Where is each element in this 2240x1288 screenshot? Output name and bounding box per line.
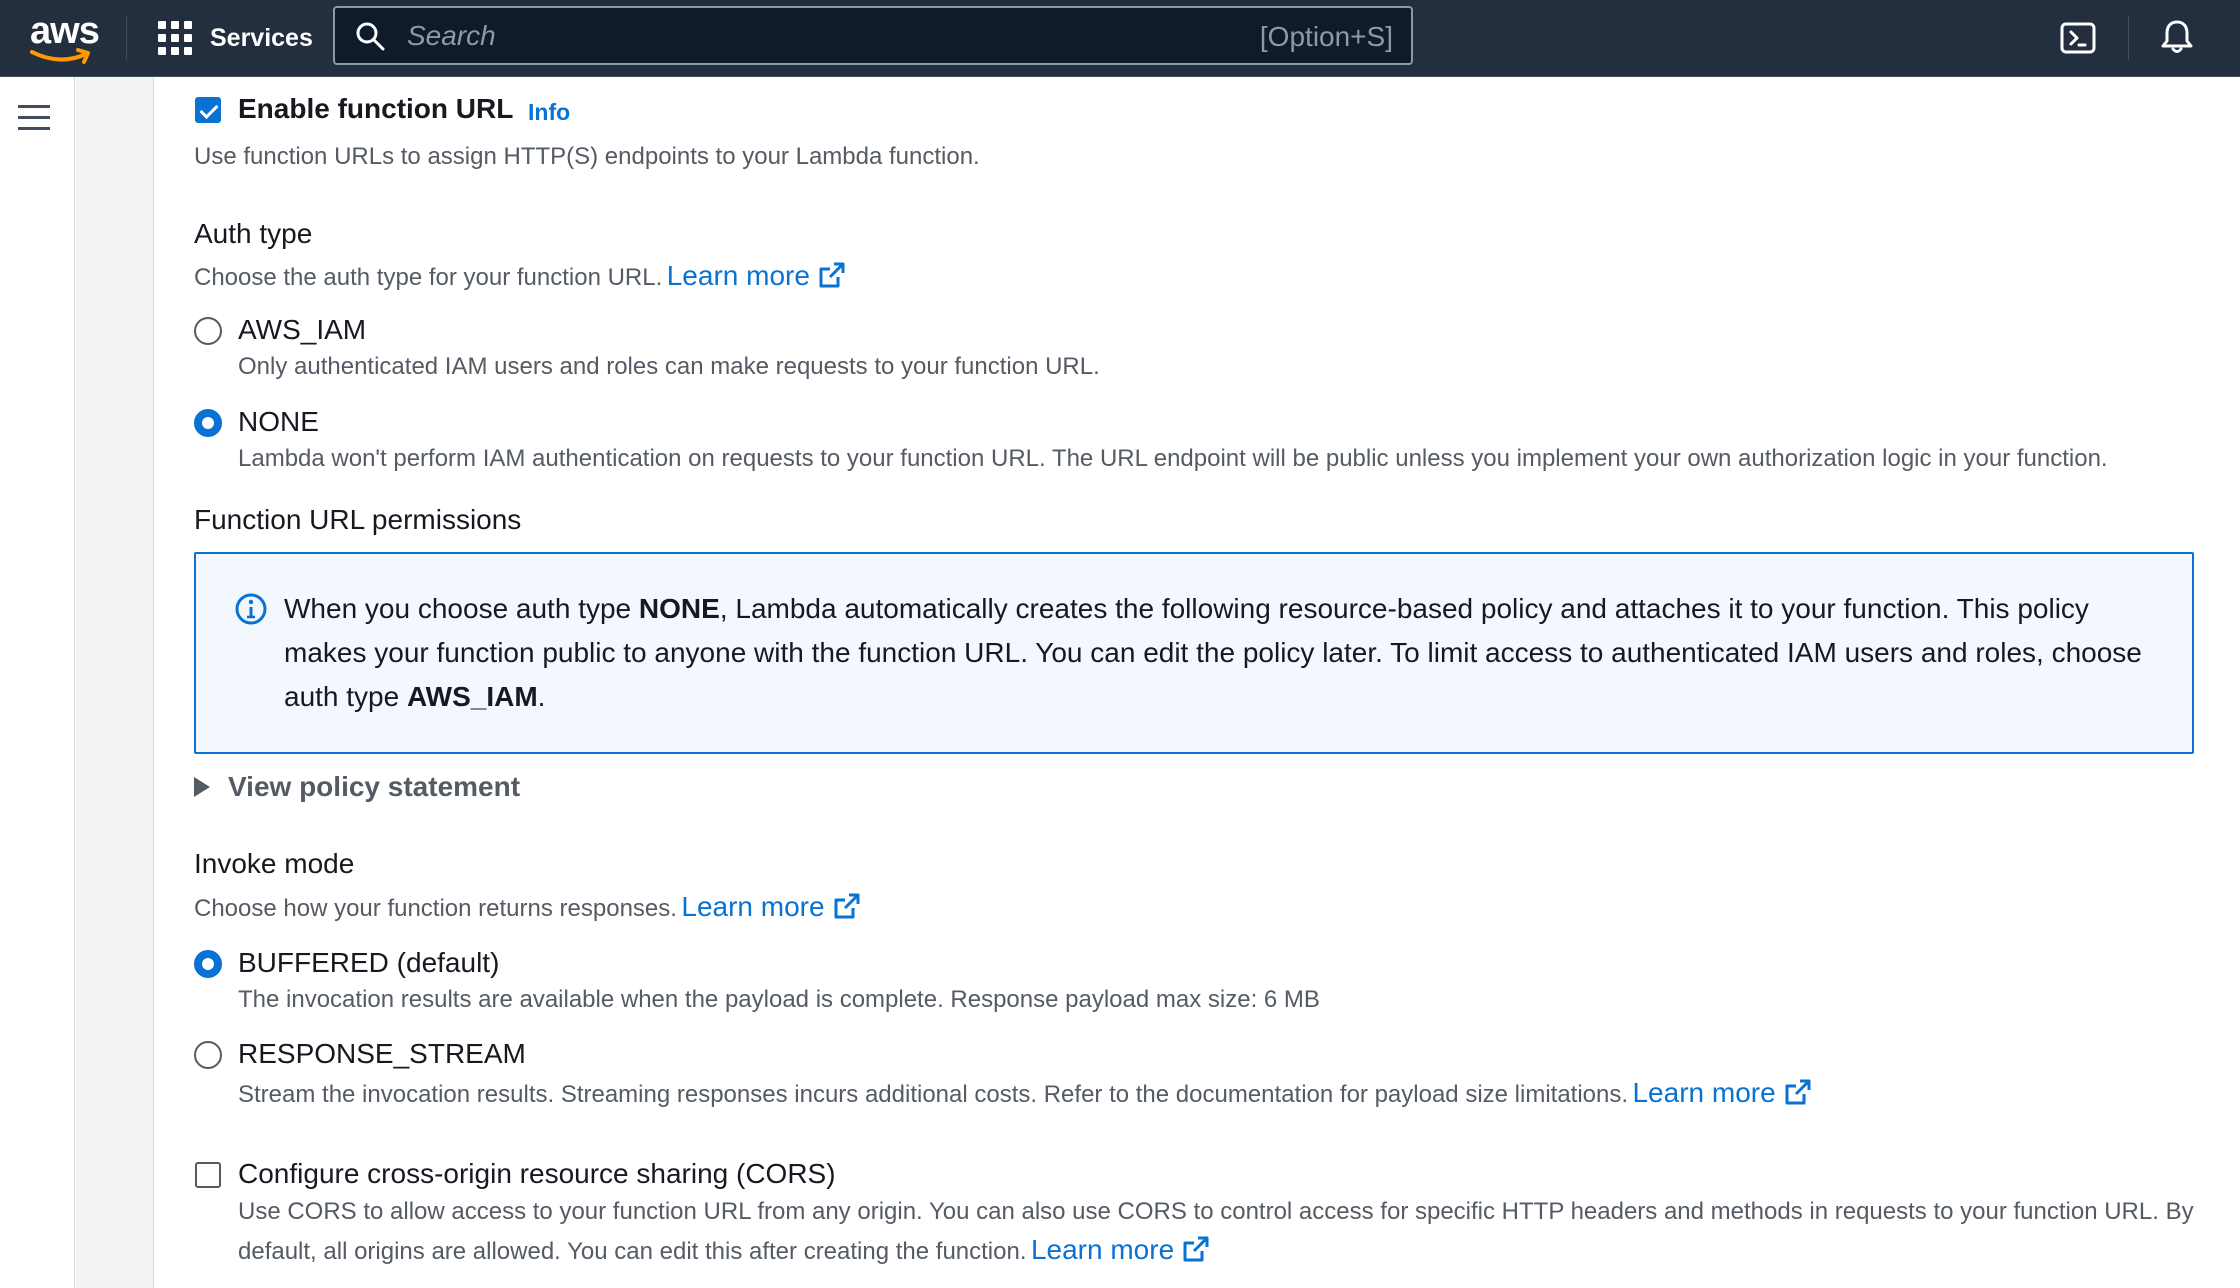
auth-type-none-description: Lambda won't perform IAM authentication … bbox=[238, 445, 2108, 472]
info-text-part: When you choose auth type bbox=[284, 593, 639, 624]
aws-logo[interactable]: aws bbox=[24, 8, 104, 68]
auth-type-none-label: NONE bbox=[238, 406, 319, 437]
invoke-mode-buffered-label: BUFFERED (default) bbox=[238, 947, 500, 978]
auth-none-info-text: When you choose auth type NONE, Lambda a… bbox=[284, 587, 2164, 719]
view-policy-statement-expander[interactable]: View policy statement bbox=[194, 771, 520, 803]
search-input[interactable] bbox=[407, 16, 1307, 56]
auth-type-description: Choose the auth type for your function U… bbox=[194, 264, 663, 291]
auth-none-info-alert: When you choose auth type NONE, Lambda a… bbox=[194, 552, 2194, 754]
aws-smile-icon bbox=[30, 48, 90, 64]
info-circle-icon bbox=[235, 593, 267, 625]
top-navigation: aws Services [Option+S] bbox=[0, 0, 2240, 77]
auth-type-description-row: Choose the auth type for your function U… bbox=[194, 260, 846, 292]
cors-description-line1: Use CORS to allow access to your functio… bbox=[238, 1198, 2194, 1225]
auth-type-learn-more-text: Learn more bbox=[666, 260, 810, 291]
aws-logo-text: aws bbox=[30, 10, 100, 52]
search-bar[interactable]: [Option+S] bbox=[333, 6, 1413, 65]
auth-type-aws-iam-label: AWS_IAM bbox=[238, 314, 367, 345]
apps-grid-icon bbox=[158, 21, 192, 55]
auth-type-learn-more-link[interactable]: Learn more bbox=[667, 260, 846, 291]
content-gutter bbox=[76, 77, 154, 1288]
function-url-permissions-heading: Function URL permissions bbox=[194, 504, 522, 535]
invoke-mode-response-stream-radio[interactable] bbox=[194, 1041, 222, 1069]
invoke-mode-learn-more-text: Learn more bbox=[681, 891, 825, 922]
services-menu-button[interactable]: Services bbox=[158, 14, 313, 62]
cors-label: Configure cross-origin resource sharing … bbox=[238, 1158, 836, 1189]
invoke-mode-description: Choose how your function returns respons… bbox=[194, 895, 677, 922]
function-url-description: Use function URLs to assign HTTP(S) endp… bbox=[194, 143, 980, 170]
auth-type-aws-iam-radio[interactable] bbox=[194, 317, 222, 345]
cors-learn-more-link[interactable]: Learn more bbox=[1031, 1234, 1210, 1265]
response-stream-learn-more-text: Learn more bbox=[1632, 1077, 1776, 1108]
search-shortcut-hint: [Option+S] bbox=[1259, 21, 1393, 52]
invoke-mode-response-stream-description-row: Stream the invocation results. Streaming… bbox=[238, 1077, 1812, 1109]
invoke-mode-learn-more-link[interactable]: Learn more bbox=[681, 891, 860, 922]
enable-function-url-label: Enable function URL bbox=[238, 93, 514, 124]
view-policy-statement-label: View policy statement bbox=[228, 771, 521, 802]
invoke-mode-response-stream-description: Stream the invocation results. Streaming… bbox=[238, 1081, 1629, 1108]
info-text-bold-none: NONE bbox=[638, 593, 720, 624]
enable-function-url-info-link[interactable]: Info bbox=[528, 99, 570, 126]
invoke-mode-buffered-description: The invocation results are available whe… bbox=[238, 986, 1320, 1013]
invoke-mode-description-row: Choose how your function returns respons… bbox=[194, 891, 861, 923]
external-link-icon bbox=[819, 262, 845, 288]
nav-separator bbox=[2128, 16, 2129, 60]
cloudshell-icon[interactable] bbox=[2060, 20, 2096, 56]
services-label: Services bbox=[210, 23, 313, 52]
external-link-icon bbox=[1785, 1079, 1811, 1105]
info-text-part: . bbox=[537, 681, 546, 712]
cors-checkbox[interactable] bbox=[195, 1162, 221, 1188]
nav-separator bbox=[126, 16, 127, 60]
external-link-icon bbox=[1183, 1236, 1209, 1262]
invoke-mode-heading: Invoke mode bbox=[194, 848, 355, 879]
cors-description-line2: default, all origins are allowed. You ca… bbox=[238, 1238, 1027, 1265]
function-url-settings-panel: Enable function URL Info Use function UR… bbox=[155, 77, 2240, 1288]
cors-description-row: default, all origins are allowed. You ca… bbox=[238, 1234, 1210, 1266]
notifications-bell-icon[interactable] bbox=[2158, 18, 2196, 56]
response-stream-learn-more-link[interactable]: Learn more bbox=[1632, 1077, 1811, 1108]
invoke-mode-response-stream-label: RESPONSE_STREAM bbox=[238, 1038, 526, 1069]
auth-type-aws-iam-description: Only authenticated IAM users and roles c… bbox=[238, 353, 1100, 380]
search-icon bbox=[356, 22, 385, 51]
hamburger-menu-icon[interactable] bbox=[18, 105, 50, 133]
caret-right-icon bbox=[194, 777, 210, 797]
external-link-icon bbox=[834, 893, 860, 919]
invoke-mode-buffered-radio[interactable] bbox=[194, 950, 222, 978]
info-text-bold-aws-iam: AWS_IAM bbox=[406, 681, 538, 712]
auth-type-none-radio[interactable] bbox=[194, 409, 222, 437]
enable-function-url-checkbox[interactable] bbox=[195, 97, 221, 123]
auth-type-heading: Auth type bbox=[194, 218, 313, 249]
left-navigation-rail bbox=[0, 77, 75, 1288]
cors-learn-more-text: Learn more bbox=[1030, 1234, 1175, 1265]
